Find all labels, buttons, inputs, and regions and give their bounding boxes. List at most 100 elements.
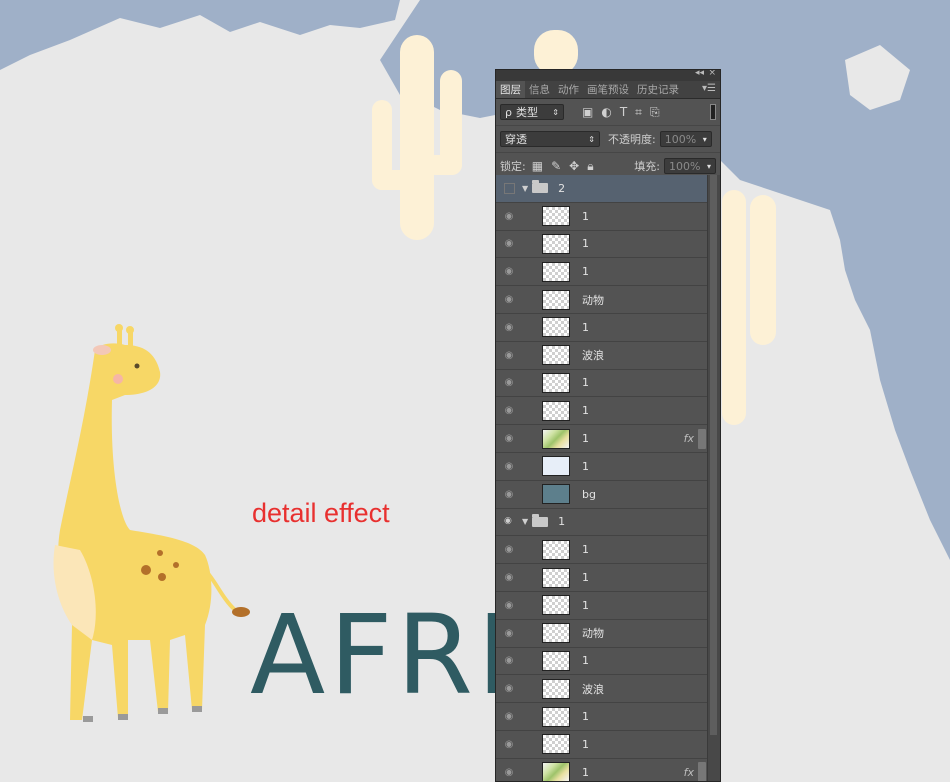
layer-name: 1 <box>582 404 589 418</box>
panel-title-bar[interactable]: ◂◂ × <box>496 70 720 81</box>
blend-mode-select[interactable]: 穿透 ⇕ <box>500 131 600 147</box>
eye-icon[interactable]: ◉ <box>496 544 522 555</box>
layer-row[interactable]: ◉ 1 <box>496 731 708 759</box>
chevron-down-icon: ▾ <box>702 134 707 144</box>
layer-thumbnail <box>542 623 570 644</box>
opacity-label: 不透明度: <box>608 133 656 146</box>
layer-group-row[interactable]: ◉ ▼ 1 <box>496 508 708 537</box>
eye-icon[interactable]: ◉ <box>496 600 522 611</box>
tab-brush-presets[interactable]: 画笔预设 <box>583 81 633 98</box>
layer-thumbnail <box>542 678 570 699</box>
layer-row[interactable]: ◉ 1 <box>496 203 708 231</box>
visibility-toggle-box[interactable] <box>504 182 515 194</box>
layer-list-scrollbar[interactable] <box>707 175 720 781</box>
eye-icon[interactable]: ◉ <box>496 294 522 305</box>
tab-history[interactable]: 历史记录 <box>633 81 683 98</box>
layer-thumbnail <box>542 567 570 588</box>
eye-icon[interactable]: ◉ <box>496 628 522 639</box>
layer-row[interactable]: ◉ 波浪 <box>496 342 708 370</box>
fill-label: 填充: <box>634 160 660 173</box>
eye-icon[interactable]: ◉ <box>496 322 522 333</box>
expand-effects-button[interactable] <box>698 428 706 449</box>
layer-thumbnail <box>542 372 570 393</box>
eye-icon[interactable]: ◉ <box>496 767 522 778</box>
expand-triangle-icon[interactable]: ▼ <box>522 517 528 526</box>
blend-mode-value: 穿透 <box>505 133 527 146</box>
lock-label: 锁定: <box>500 160 526 173</box>
layer-effects-icon[interactable]: fx <box>684 766 694 779</box>
blend-row: 穿透 ⇕ 不透明度: 100% ▾ <box>496 126 720 153</box>
scrollbar-thumb[interactable] <box>710 175 717 735</box>
text-filter-icon[interactable]: T <box>620 105 627 119</box>
layer-name: 1 <box>582 765 589 779</box>
eye-icon[interactable]: ◉ <box>496 711 522 722</box>
opacity-value: 100% <box>664 132 697 146</box>
opacity-input[interactable]: 100% ▾ <box>659 131 712 147</box>
layer-thumbnail <box>542 345 570 366</box>
layer-name: 1 <box>582 654 589 668</box>
eye-icon[interactable]: ◉ <box>496 211 522 222</box>
layer-thumbnail <box>542 539 570 560</box>
layer-row[interactable]: ◉ 1 <box>496 536 708 565</box>
layer-thumbnail <box>542 206 570 227</box>
layer-name: 1 <box>582 432 589 446</box>
layer-name: 波浪 <box>582 682 604 696</box>
eye-icon[interactable]: ◉ <box>496 489 522 500</box>
layer-row[interactable]: ◉ 1 <box>496 370 708 398</box>
tab-info[interactable]: 信息 <box>525 81 554 98</box>
eye-icon[interactable]: ◉ <box>496 433 522 444</box>
eye-icon[interactable]: ◉ <box>496 572 522 583</box>
layer-row[interactable]: ◉ 1 fx <box>496 425 708 453</box>
smart-object-filter-icon[interactable]: ⎘ <box>650 105 660 120</box>
eye-icon[interactable]: ◉ <box>496 238 522 249</box>
collapse-panel-icon[interactable]: ◂◂ <box>695 70 704 78</box>
eye-icon[interactable]: ◉ <box>504 516 515 527</box>
fill-input[interactable]: 100% ▾ <box>664 158 716 174</box>
eye-icon[interactable]: ◉ <box>496 377 522 388</box>
eye-icon[interactable]: ◉ <box>496 266 522 277</box>
expand-triangle-icon[interactable]: ▼ <box>522 184 528 193</box>
filter-type-select[interactable]: ρ 类型 ⇕ <box>500 104 564 120</box>
layer-row[interactable]: ◉ 1 <box>496 592 708 620</box>
eye-icon[interactable]: ◉ <box>496 350 522 361</box>
layer-name: 1 <box>582 320 589 334</box>
layer-row[interactable]: ◉ 动物 <box>496 286 708 314</box>
lock-image-pixels-icon[interactable]: ✎ <box>551 159 561 173</box>
tab-layers[interactable]: 图层 <box>496 81 525 98</box>
layer-row[interactable]: ◉ 1 <box>496 231 708 259</box>
layer-row[interactable]: ◉ bg <box>496 481 708 509</box>
expand-effects-button[interactable] <box>698 762 706 781</box>
layer-name: 1 <box>558 515 566 529</box>
eye-icon[interactable]: ◉ <box>496 405 522 416</box>
layer-name: 1 <box>582 237 589 251</box>
image-filter-icon[interactable]: ▣ <box>582 105 593 119</box>
layer-row[interactable]: ◉ 波浪 <box>496 675 708 704</box>
panel-menu-icon[interactable]: ▾☰ <box>702 83 716 94</box>
layer-row[interactable]: ◉ 1 fx <box>496 759 708 781</box>
eye-icon[interactable]: ◉ <box>496 655 522 666</box>
eye-icon[interactable]: ◉ <box>496 461 522 472</box>
layer-row[interactable]: ◉ 1 <box>496 314 708 342</box>
shape-filter-icon[interactable]: ⌗ <box>635 105 642 120</box>
filter-toggle-switch[interactable] <box>710 104 716 120</box>
layer-row[interactable]: ◉ 1 <box>496 453 708 481</box>
eye-icon[interactable]: ◉ <box>496 739 522 750</box>
layer-row[interactable]: ◉ 动物 <box>496 620 708 648</box>
adjustment-filter-icon[interactable]: ◐ <box>601 105 611 119</box>
filter-row: ρ 类型 ⇕ ▣ ◐ T ⌗ ⎘ <box>496 99 720 126</box>
detail-effect-caption: detail effect <box>252 498 390 528</box>
tab-actions[interactable]: 动作 <box>554 81 583 98</box>
lock-transparent-pixels-icon[interactable]: ▦ <box>532 159 543 173</box>
eye-icon[interactable]: ◉ <box>496 683 522 694</box>
layer-name: bg <box>582 487 596 501</box>
lock-position-icon[interactable]: ✥ <box>569 159 579 173</box>
layer-row[interactable]: ◉ 1 <box>496 648 708 676</box>
layer-effects-icon[interactable]: fx <box>684 432 694 445</box>
close-panel-icon[interactable]: × <box>708 70 716 78</box>
layer-group-row[interactable]: ▼ 2 <box>496 175 708 203</box>
layer-row[interactable]: ◉ 1 <box>496 703 708 731</box>
layer-row[interactable]: ◉ 1 <box>496 564 708 592</box>
layer-row[interactable]: ◉ 1 <box>496 258 708 287</box>
lock-all-icon[interactable]: 🔒︎ <box>587 159 593 174</box>
layer-row[interactable]: ◉ 1 <box>496 397 708 426</box>
